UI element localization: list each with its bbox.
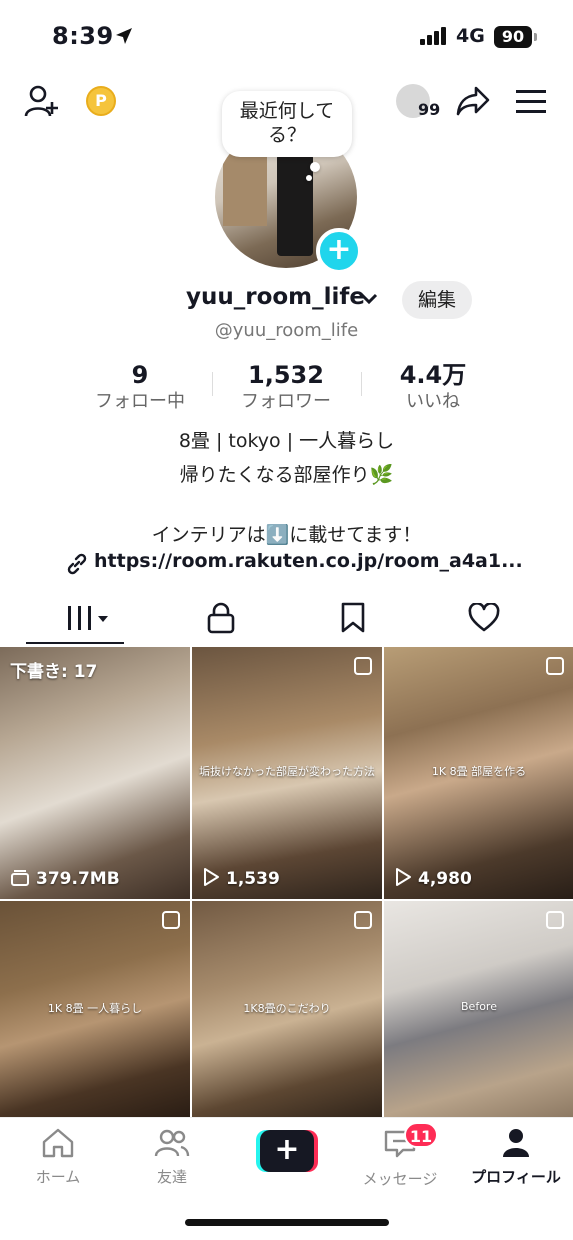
profile-visitors-count: 99	[418, 100, 441, 119]
tab-videos[interactable]	[4, 596, 147, 644]
signal-icon	[420, 27, 446, 45]
video-tile-draft[interactable]: 下書き: 17 379.7MB	[0, 647, 190, 899]
video-caption: 1K 8畳 部屋を作る	[431, 764, 527, 778]
content-tabs	[0, 596, 573, 644]
drafts-label: 下書き: 17	[10, 662, 98, 682]
create-button[interactable]: +	[256, 1130, 318, 1172]
username[interactable]: yuu_room_life	[186, 284, 365, 310]
lock-icon	[207, 602, 235, 634]
share-icon[interactable]	[456, 86, 490, 116]
play-icon	[204, 868, 219, 886]
plus-icon: +	[260, 1130, 314, 1172]
profile-handle: @yuu_room_life	[214, 320, 359, 341]
video-caption: Before	[461, 1000, 497, 1014]
play-icon	[396, 868, 411, 886]
tab-private[interactable]	[150, 596, 293, 644]
stat-divider	[212, 372, 213, 396]
bubble-tail-small	[306, 175, 312, 181]
multi-image-icon	[546, 657, 564, 675]
stat-label: フォロー中	[95, 391, 185, 412]
storage-icon	[11, 870, 29, 886]
nav-friends[interactable]: 友達	[122, 1128, 222, 1187]
bio-line: 8畳 | tokyo | 一人暮らし	[178, 430, 395, 452]
stat-following[interactable]: 9 フォロー中	[82, 360, 198, 414]
status-bubble[interactable]: 最近何してる？	[222, 91, 352, 157]
stat-likes[interactable]: 4.4万 いいね	[378, 360, 488, 414]
video-caption: 1K8畳のこだわり	[243, 1002, 331, 1016]
grid-icon	[68, 606, 108, 630]
stat-value: 1,532	[248, 361, 324, 389]
tab-liked[interactable]	[412, 596, 555, 644]
nav-profile[interactable]: プロフィール	[466, 1128, 566, 1187]
avatar-shelf	[223, 146, 267, 226]
bio-line: 帰りたくなる部屋作り🌿	[179, 464, 394, 486]
status-time: 8:39	[52, 22, 114, 50]
chevron-down-icon[interactable]	[360, 292, 378, 306]
heart-icon	[468, 603, 500, 632]
active-tab-indicator	[26, 642, 124, 644]
multi-image-icon	[354, 657, 372, 675]
battery-tip	[534, 33, 537, 41]
video-tile[interactable]: 1K 8畳 一人暮らし	[0, 901, 190, 1117]
messages-badge: 11	[404, 1122, 438, 1148]
stat-divider	[361, 372, 362, 396]
edit-profile-button[interactable]: 編集	[402, 281, 472, 319]
view-count: 1,539	[226, 869, 280, 889]
coin-icon[interactable]: P	[86, 86, 116, 116]
video-caption: 垢抜けなかった部屋が変わった方法	[199, 764, 375, 778]
bio-link[interactable]: https://room.rakuten.co.jp/room_a4a1...	[94, 550, 523, 572]
stat-value: 4.4万	[399, 361, 467, 389]
avatar-figure	[277, 146, 313, 256]
add-story-button[interactable]: +	[316, 228, 362, 274]
stat-value: 9	[131, 361, 149, 389]
nav-label: ホーム	[35, 1168, 81, 1186]
bubble-tail	[310, 162, 320, 172]
multi-image-icon	[546, 911, 564, 929]
link-icon	[67, 553, 87, 575]
video-tile[interactable]: Before	[384, 901, 573, 1117]
status-bar: 8:39 4G 90	[0, 0, 573, 74]
tab-saved[interactable]	[280, 596, 423, 644]
nav-label: プロフィール	[471, 1168, 561, 1186]
view-count: 4,980	[418, 869, 472, 889]
video-tile[interactable]: 1K8畳のこだわり	[192, 901, 382, 1117]
video-caption: 1K 8畳 一人暮らし	[47, 1002, 143, 1016]
video-tile[interactable]: 1K 8畳 部屋を作る 4,980	[384, 647, 573, 899]
profile-icon	[503, 1129, 529, 1157]
stat-label: いいね	[406, 391, 460, 412]
draft-size: 379.7MB	[36, 869, 120, 889]
add-friend-icon[interactable]	[24, 84, 60, 118]
nav-label: メッセージ	[362, 1170, 438, 1188]
multi-image-icon	[162, 911, 180, 929]
video-tile[interactable]: 垢抜けなかった部屋が変わった方法 1,539	[192, 647, 382, 899]
menu-icon[interactable]	[516, 90, 546, 114]
bookmark-icon	[341, 602, 365, 633]
battery-indicator: 90	[494, 26, 532, 48]
home-indicator	[185, 1219, 389, 1226]
friends-icon	[154, 1129, 190, 1157]
home-icon	[42, 1128, 74, 1158]
stat-followers[interactable]: 1,532 フォロワー	[228, 360, 344, 414]
network-type: 4G	[456, 25, 485, 47]
location-arrow-icon	[116, 28, 132, 44]
nav-home[interactable]: ホーム	[8, 1128, 108, 1187]
bio-line: インテリアは⬇️に載せてます！	[151, 524, 422, 546]
multi-image-icon	[354, 911, 372, 929]
nav-label: 友達	[156, 1168, 187, 1186]
stat-label: フォロワー	[241, 391, 331, 412]
